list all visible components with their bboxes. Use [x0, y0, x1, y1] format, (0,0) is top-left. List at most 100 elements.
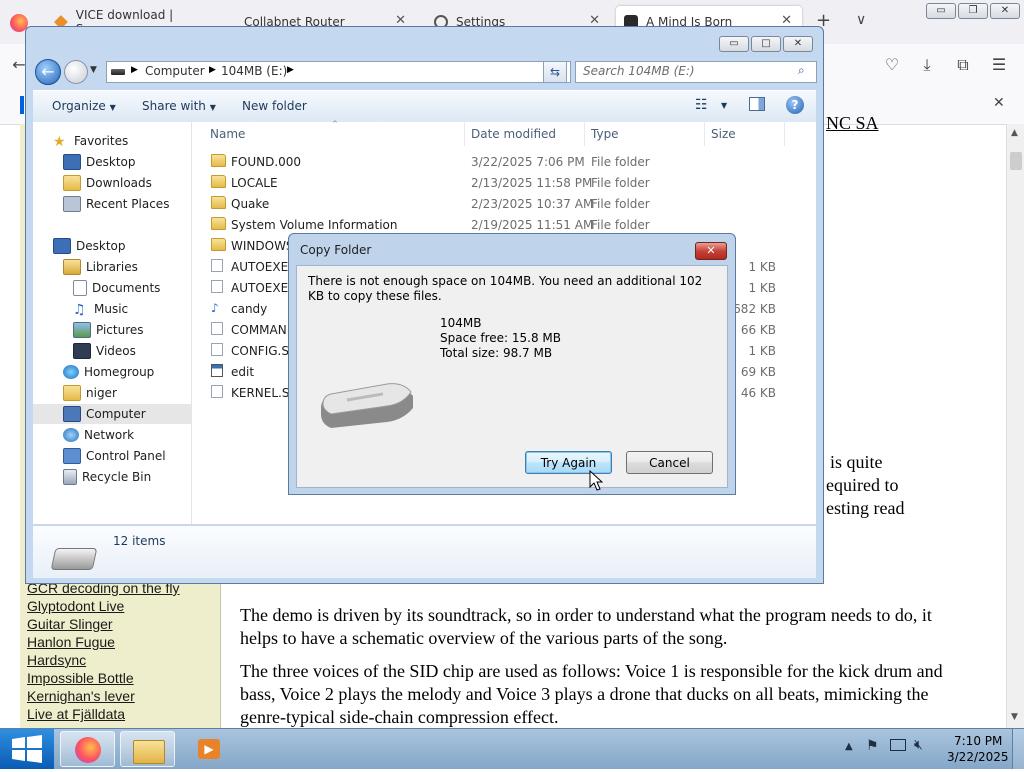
view-options-icon[interactable]: ☷ — [695, 97, 708, 113]
sidebar-link[interactable]: Glyptodont Live — [27, 597, 180, 615]
network-tray-icon[interactable] — [890, 739, 906, 751]
tab-list-button[interactable]: ∨ — [856, 12, 866, 28]
sidebar-link[interactable]: Guitar Slinger — [27, 615, 180, 633]
file-name: LOCALE — [231, 176, 278, 190]
folder-icon — [211, 175, 226, 188]
page-scrollbar[interactable]: ▲ ▼ — [1006, 124, 1024, 728]
sidebar-link[interactable]: Live at Fjälldata — [27, 705, 180, 723]
taskbar-media-player[interactable]: ▶ — [182, 731, 237, 767]
column-header-size[interactable]: Size — [711, 127, 736, 141]
notification-close-icon[interactable]: ✕ — [993, 95, 1005, 111]
clock-time[interactable]: 7:10 PM — [954, 734, 1002, 748]
file-icon — [211, 343, 223, 356]
file-row[interactable]: System Volume Information 2/19/2025 11:51… — [192, 214, 816, 235]
sort-indicator-icon: ^ — [332, 120, 338, 128]
explorer-minimize-button[interactable]: ▭ — [719, 36, 749, 52]
sidebar-link[interactable]: Impossible Bottle — [27, 669, 180, 687]
file-type: File folder — [591, 176, 650, 190]
column-divider[interactable] — [584, 122, 585, 146]
help-icon[interactable]: ? — [786, 96, 804, 114]
breadcrumb-separator-icon[interactable]: ▶ — [131, 65, 138, 75]
nav-label: Pictures — [96, 323, 144, 337]
pocket-icon[interactable]: ♡ — [881, 54, 903, 76]
new-folder-button[interactable]: New folder — [242, 99, 307, 113]
file-name: System Volume Information — [231, 218, 398, 232]
file-icon — [211, 322, 223, 335]
article-fragment: is quite — [830, 452, 883, 472]
scroll-down-arrow-icon[interactable]: ▼ — [1011, 712, 1018, 722]
volume-muted-icon[interactable]: 🔇︎ — [914, 737, 923, 753]
address-bar[interactable]: ▶ Computer ▶ 104MB (E:) ▶ ▼ — [106, 61, 571, 83]
scroll-up-arrow-icon[interactable]: ▲ — [1011, 128, 1018, 138]
sidebar-link[interactable]: Hanlon Fugue — [27, 633, 180, 651]
breadcrumb-drive[interactable]: 104MB (E:) — [221, 64, 287, 78]
network-icon — [63, 428, 79, 442]
sidebar-link[interactable]: Kernighan's lever — [27, 687, 180, 705]
nav-label: Music — [94, 302, 129, 316]
nav-label: Downloads — [86, 176, 152, 190]
close-window-button[interactable]: ✕ — [990, 3, 1020, 19]
drive-name: 104MB — [440, 316, 482, 330]
breadcrumb-separator-icon[interactable]: ▶ — [209, 65, 216, 75]
nav-label: Computer — [86, 407, 146, 421]
explorer-maximize-button[interactable]: □ — [751, 36, 781, 52]
back-button[interactable]: ← — [35, 59, 61, 85]
action-center-flag-icon[interactable]: ⚑ — [866, 738, 879, 754]
taskbar-explorer[interactable] — [120, 731, 175, 767]
dialog-message: There is not enough space on 104MB. You … — [308, 274, 703, 303]
show-desktop-button[interactable] — [1012, 729, 1024, 769]
clock-date[interactable]: 3/22/2025 — [947, 750, 1009, 764]
copy-folder-dialog: Copy Folder ✕ There is not enough space … — [288, 233, 736, 495]
file-date: 2/13/2025 11:58 PM — [471, 176, 593, 190]
usb-drive-icon — [317, 378, 417, 428]
cancel-button[interactable]: Cancel — [626, 451, 713, 474]
file-row[interactable]: LOCALE 2/13/2025 11:58 PM File folder — [192, 172, 816, 193]
chevron-down-icon[interactable]: ▼ — [721, 101, 727, 110]
download-icon[interactable]: ⤓ — [916, 54, 938, 76]
column-header-type[interactable]: Type — [591, 127, 619, 141]
close-icon: ✕ — [706, 244, 716, 257]
maximize-button[interactable]: ❐ — [958, 3, 988, 19]
explorer-close-button[interactable]: ✕ — [783, 36, 813, 52]
show-hidden-icons-icon[interactable]: ▲ — [845, 741, 853, 752]
file-name: candy — [231, 302, 268, 316]
column-divider[interactable] — [784, 122, 785, 146]
file-icon — [211, 385, 223, 398]
minimize-button[interactable]: ▭ — [926, 3, 956, 19]
recent-pages-chevron-icon[interactable]: ▼ — [90, 65, 97, 75]
nav-label: Homegroup — [84, 365, 155, 379]
file-name: AUTOEXEC — [231, 281, 297, 295]
dialog-close-button[interactable]: ✕ — [695, 242, 727, 260]
search-input[interactable]: Search 104MB (E:) ⌕ — [575, 61, 817, 83]
nav-desktop[interactable]: Desktop — [33, 236, 211, 256]
mouse-cursor-icon — [589, 470, 603, 491]
column-header-date[interactable]: Date modified — [471, 127, 556, 141]
navigation-pane: ★ Favorites Desktop Downloads Recent Pla… — [33, 122, 221, 524]
refresh-button[interactable]: ⇆ — [543, 61, 567, 83]
breadcrumb-separator-icon[interactable]: ▶ — [287, 65, 294, 75]
file-row[interactable]: FOUND.000 3/22/2025 7:06 PM File folder — [192, 151, 816, 172]
column-divider[interactable] — [464, 122, 465, 146]
sidebar-link[interactable]: Hardsync — [27, 651, 180, 669]
taskbar-firefox[interactable] — [60, 731, 115, 767]
file-row[interactable]: Quake 2/23/2025 10:37 AM File folder — [192, 193, 816, 214]
windows-logo-icon — [12, 735, 42, 763]
nav-favorites[interactable]: ★ Favorites — [33, 131, 211, 151]
extensions-icon[interactable]: ⧉ — [952, 54, 974, 76]
search-icon[interactable]: ⌕ — [798, 63, 805, 78]
nav-label: Recent Places — [86, 197, 170, 211]
star-icon: ★ — [53, 134, 66, 150]
organize-button[interactable]: Organize ▼ — [52, 99, 116, 113]
column-header-name[interactable]: Name — [210, 127, 245, 141]
breadcrumb-computer[interactable]: Computer — [145, 64, 205, 78]
menu-icon[interactable]: ☰ — [988, 54, 1010, 76]
file-name: KERNEL.SY — [231, 386, 297, 400]
column-divider[interactable] — [704, 122, 705, 146]
start-button[interactable] — [0, 729, 54, 769]
forward-button[interactable] — [64, 60, 88, 84]
scroll-thumb[interactable] — [1010, 152, 1022, 170]
notification-accent — [20, 96, 24, 114]
explorer-titlebar: ▭ □ ✕ — [26, 27, 823, 57]
share-with-button[interactable]: Share with ▼ — [142, 99, 216, 113]
preview-pane-icon[interactable] — [749, 97, 765, 111]
